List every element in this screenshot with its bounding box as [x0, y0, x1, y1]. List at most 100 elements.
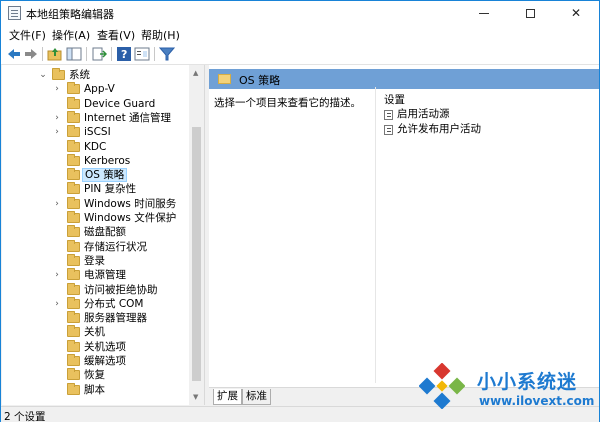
- folder-icon: [67, 354, 80, 366]
- tree-item-label: 关机选项: [84, 340, 126, 353]
- menu-bar: 文件(F) 操作(A) 查看(V) 帮助(H): [1, 25, 599, 43]
- watermark-url: www.ilovext.com: [479, 394, 595, 408]
- tree-item-label: OS 策略: [82, 168, 128, 183]
- folder-icon: [67, 296, 80, 309]
- title-bar: 本地组策略编辑器 ✕: [1, 1, 599, 25]
- folder-icon: [67, 239, 80, 252]
- column-divider: [375, 87, 376, 383]
- tree-item-label: 登录: [84, 254, 105, 267]
- tree-item-label: 访问被拒绝协助: [84, 283, 158, 296]
- scrollbar-thumb[interactable]: [192, 127, 201, 381]
- policy-setting-icon: [384, 125, 393, 135]
- chevron-right-icon[interactable]: ›: [52, 297, 62, 311]
- tree-item-label: iSCSI: [84, 126, 111, 139]
- menu-file[interactable]: 文件(F): [9, 27, 46, 43]
- folder-icon: [67, 325, 80, 338]
- menu-help[interactable]: 帮助(H): [141, 27, 180, 43]
- forward-arrow-icon[interactable]: [23, 46, 39, 62]
- toolbar: ?: [1, 43, 599, 65]
- minimize-button[interactable]: [461, 1, 507, 25]
- folder-icon: [67, 96, 80, 109]
- folder-icon: [67, 82, 80, 95]
- folder-icon: [67, 311, 80, 324]
- folder-icon: [67, 382, 80, 395]
- tree-item-label: Windows 文件保护: [84, 212, 177, 224]
- setting-label: 允许发布用户活动: [397, 123, 481, 135]
- folder-icon: [67, 211, 80, 223]
- toolbar-separator: [42, 47, 43, 61]
- group-policy-app-icon: [8, 6, 21, 20]
- chevron-right-icon[interactable]: ›: [52, 268, 62, 282]
- tab-standard[interactable]: 标准: [242, 389, 271, 405]
- export-list-icon[interactable]: [91, 46, 107, 62]
- svg-text:?: ?: [121, 48, 127, 61]
- folder-icon: [67, 368, 80, 381]
- tree-item-label: Kerberos: [84, 154, 131, 167]
- folder-icon: [67, 268, 80, 281]
- watermark: 小小系统迷 www.ilovext.com: [417, 359, 600, 422]
- tree-item-label: 系统: [69, 69, 90, 81]
- scroll-up-icon[interactable]: ▲: [193, 69, 198, 77]
- chevron-right-icon[interactable]: ›: [52, 82, 62, 96]
- tree-item-label: PIN 复杂性: [84, 183, 137, 196]
- tree-item-label: 缓解选项: [84, 355, 126, 367]
- toolbar-separator: [86, 47, 87, 61]
- tree-item-label: Device Guard: [84, 97, 156, 110]
- maximize-icon: [525, 9, 535, 18]
- policy-setting-icon: [384, 110, 393, 120]
- chevron-right-icon[interactable]: ›: [52, 111, 62, 125]
- folder-icon: [67, 196, 80, 209]
- tree-item-label: 存储运行状况: [84, 240, 147, 253]
- folder-icon: [67, 253, 80, 266]
- tree-item-label: 恢复: [84, 369, 105, 382]
- details-header: OS 策略: [209, 69, 599, 89]
- folder-icon: [67, 339, 80, 352]
- tree-item-label: 关机: [84, 326, 105, 339]
- help-icon[interactable]: ?: [116, 46, 132, 62]
- tree-item-label: Windows 时间服务: [84, 197, 177, 210]
- show-hide-tree-icon[interactable]: [66, 46, 82, 62]
- folder-icon: [67, 125, 80, 138]
- tree-item-label: 分布式 COM: [84, 297, 144, 310]
- setting-label: 启用活动源: [397, 108, 450, 120]
- tree-scrollbar[interactable]: ▲ ▼: [189, 65, 204, 405]
- folder-icon: [67, 168, 80, 181]
- folder-icon: [52, 68, 65, 80]
- chevron-right-icon[interactable]: ›: [52, 197, 62, 211]
- tree-item-label: App-V: [84, 83, 115, 96]
- chevron-right-icon[interactable]: ›: [52, 125, 62, 139]
- window-title: 本地组策略编辑器: [26, 8, 114, 21]
- tree-item-label: 电源管理: [84, 269, 126, 282]
- description-text: 选择一个项目来查看它的描述。: [214, 97, 361, 109]
- tree-pane: ⌄ 系统 › App-V Device Guard › Internet 通信管理 › iSCS…: [2, 65, 205, 405]
- tree-item-label: 脚本: [84, 383, 105, 396]
- status-text: 2 个设置: [4, 411, 46, 422]
- toolbar-separator: [111, 47, 112, 61]
- folder-icon: [67, 282, 80, 295]
- folder-icon: [67, 110, 80, 123]
- menu-view[interactable]: 查看(V): [97, 27, 135, 43]
- settings-column-header[interactable]: 设置: [384, 92, 405, 107]
- details-title: OS 策略: [239, 74, 281, 87]
- filter-icon[interactable]: [159, 46, 175, 62]
- tab-extended[interactable]: 扩展: [213, 389, 242, 405]
- up-folder-icon[interactable]: [47, 46, 63, 62]
- folder-icon: [67, 182, 80, 195]
- watermark-title: 小小系统迷: [477, 371, 578, 393]
- menu-action[interactable]: 操作(A): [52, 27, 90, 43]
- minimize-icon: [479, 13, 489, 14]
- tree-item-label: Internet 通信管理: [84, 111, 172, 124]
- folder-icon: [218, 74, 231, 84]
- maximize-button[interactable]: [507, 1, 553, 25]
- folder-icon: [67, 225, 80, 238]
- close-button[interactable]: ✕: [553, 1, 599, 25]
- watermark-logo-icon: [419, 363, 465, 409]
- toolbar-separator: [154, 47, 155, 61]
- details-pane: OS 策略 选择一个项目来查看它的描述。 设置 启用活动源 允许发布用户活动: [209, 65, 599, 405]
- folder-icon: [67, 139, 80, 152]
- back-arrow-icon[interactable]: [6, 46, 22, 62]
- chevron-down-icon[interactable]: ⌄: [38, 68, 48, 82]
- scroll-down-icon[interactable]: ▼: [193, 393, 198, 401]
- folder-icon: [67, 153, 80, 166]
- properties-icon[interactable]: [134, 46, 150, 62]
